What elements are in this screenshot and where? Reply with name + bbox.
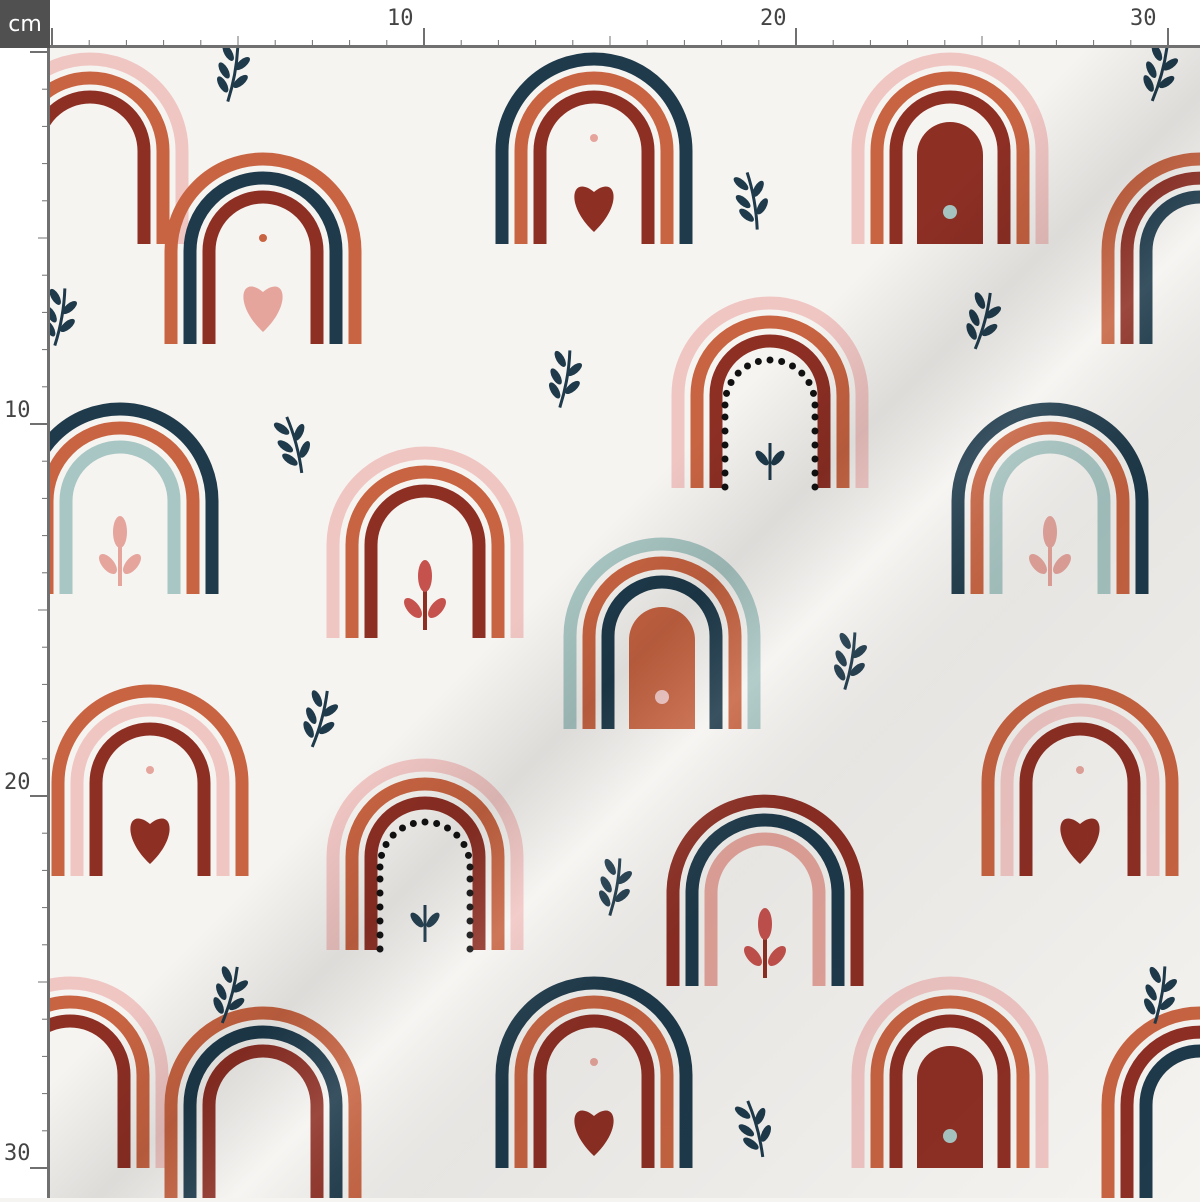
ruler-left-label-20: 20 xyxy=(4,770,31,795)
ruler-left-ticks xyxy=(30,51,50,1169)
unit-label: cm xyxy=(0,0,50,48)
ruler-top-label-20: 20 xyxy=(760,6,787,31)
rainbow-pattern xyxy=(50,48,1200,1198)
fabric-fold-shading xyxy=(50,48,1200,1198)
ruler-top-label-10: 10 xyxy=(387,6,414,31)
ruler-left-label-30: 30 xyxy=(4,1141,31,1166)
ruler-top-ticks xyxy=(51,28,1169,48)
ruler-left: 10 20 30 xyxy=(0,48,50,1198)
ruler-left-label-10: 10 xyxy=(4,398,31,423)
fabric-swatch xyxy=(50,48,1200,1198)
ruler-top: 10 20 30 xyxy=(50,0,1200,48)
ruler-top-label-30: 30 xyxy=(1130,6,1157,31)
